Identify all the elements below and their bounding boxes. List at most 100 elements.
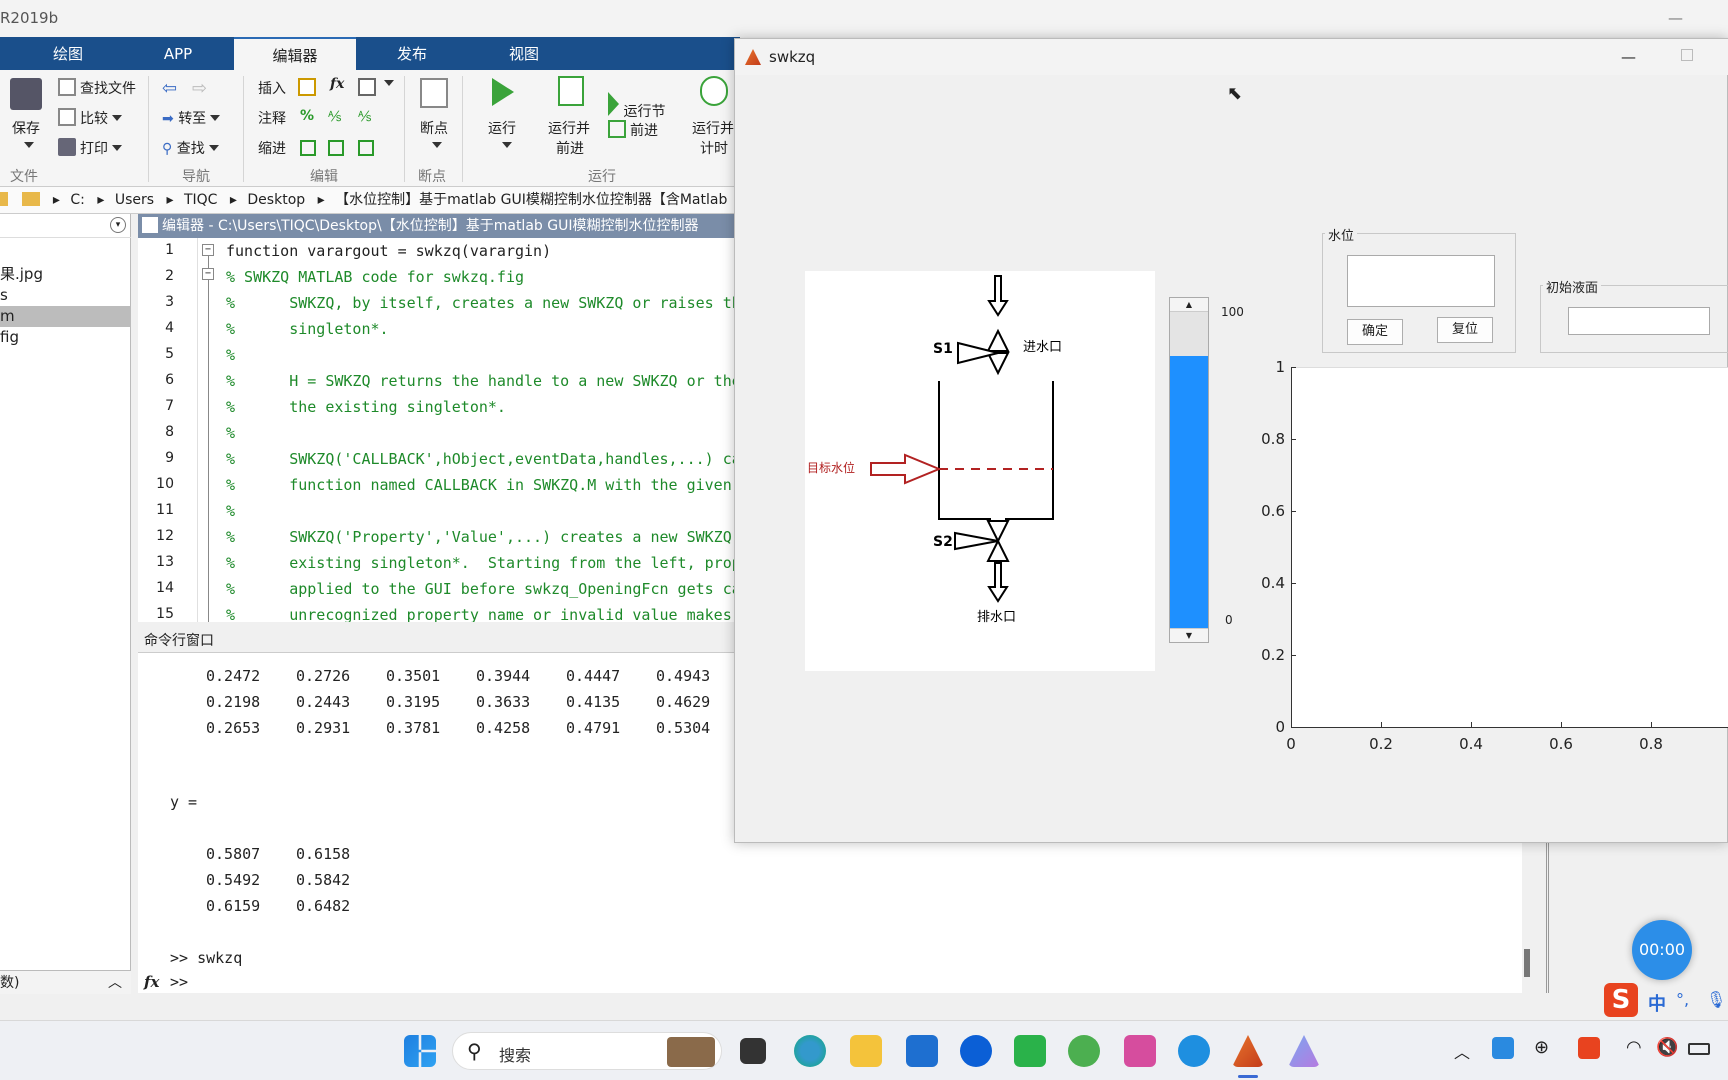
print-button[interactable]: 打印 xyxy=(58,138,122,158)
chevron-down-icon[interactable] xyxy=(24,142,34,148)
breadcrumb-project[interactable]: 【水位控制】基于matlab GUI模糊控制水位控制器【含Matlab xyxy=(335,192,727,208)
fold-toggle-icon[interactable]: − xyxy=(202,268,214,280)
taskbar-search[interactable]: ⚲ 搜索 xyxy=(452,1032,722,1070)
tray-app-icon[interactable] xyxy=(1492,1037,1514,1059)
plot-axes[interactable] xyxy=(1291,367,1728,727)
increase-indent-icon[interactable] xyxy=(358,140,374,156)
wechat-icon[interactable] xyxy=(1014,1035,1046,1067)
run-advance-label-1[interactable]: 运行并 xyxy=(548,118,590,138)
insert-section-icon[interactable] xyxy=(298,78,316,96)
reset-button[interactable]: 复位 xyxy=(1437,317,1493,343)
water-level-field[interactable] xyxy=(1347,255,1495,307)
browser-e-icon[interactable] xyxy=(1068,1035,1100,1067)
minimize-button[interactable]: — xyxy=(1668,0,1683,37)
windows-start-icon[interactable] xyxy=(404,1035,436,1067)
breadcrumb-drive[interactable]: C: xyxy=(70,192,85,208)
tray-sogou-icon[interactable] xyxy=(1578,1037,1600,1059)
run-time-label-1[interactable]: 运行并 xyxy=(692,118,734,138)
tab-view[interactable]: 视图 xyxy=(476,37,572,70)
maximize-button[interactable] xyxy=(1681,49,1693,61)
back-arrow-icon[interactable]: ⇦ xyxy=(162,78,177,99)
file-item-jpg[interactable]: 果.jpg xyxy=(0,264,131,285)
task-view-icon[interactable] xyxy=(740,1038,766,1064)
panel-actions-icon[interactable]: ▾ xyxy=(110,217,126,233)
section-navigate: 导航 xyxy=(182,169,210,185)
initial-level-field[interactable] xyxy=(1568,307,1710,335)
mail-icon[interactable] xyxy=(906,1035,938,1067)
insert-function-icon[interactable] xyxy=(358,78,376,96)
minimize-button[interactable]: — xyxy=(1621,39,1636,75)
matrix-cell: 0.3195 xyxy=(386,693,441,711)
forward-arrow-icon[interactable]: ⇨ xyxy=(192,78,207,99)
file-item-fig[interactable]: fig xyxy=(0,327,131,348)
scrollbar-thumb[interactable] xyxy=(1524,949,1530,977)
command-prompt[interactable]: >> xyxy=(170,973,188,991)
current-folder-bar[interactable]: ▸ C: ▸ Users ▸ TIQC ▸ Desktop ▸ 【水位控制】基于… xyxy=(0,187,740,214)
fold-toggle-icon[interactable]: − xyxy=(202,244,214,256)
run-advance-icon[interactable] xyxy=(558,76,584,106)
run-time-icon[interactable] xyxy=(700,76,728,106)
breadcrumb-users[interactable]: Users xyxy=(115,192,154,208)
indent-button[interactable]: 缩进 xyxy=(258,138,286,158)
app-taskbar-icon[interactable] xyxy=(1288,1035,1320,1067)
wrap-comment-icon[interactable]: ⅍ xyxy=(358,108,371,125)
comment-icon[interactable]: % xyxy=(300,108,314,124)
chevron-up-icon[interactable]: ︿ xyxy=(1454,1039,1470,1063)
chevron-down-icon[interactable] xyxy=(384,80,394,86)
tab-editor[interactable]: 编辑器 xyxy=(234,37,356,70)
advance-button[interactable]: 前进 xyxy=(608,120,658,140)
wifi-icon[interactable]: ◠ xyxy=(1626,1037,1642,1058)
compare-button[interactable]: 比较 xyxy=(58,108,122,128)
volume-muted-icon[interactable]: 🔇 xyxy=(1656,1037,1678,1058)
save-button[interactable]: 保存 xyxy=(12,118,40,138)
y-tick-mark xyxy=(1291,655,1296,656)
lenovo-icon[interactable] xyxy=(960,1035,992,1067)
run-button[interactable]: 运行 xyxy=(488,118,516,138)
run-icon[interactable] xyxy=(492,78,514,110)
microphone-icon[interactable]: 🎙 xyxy=(1706,990,1726,1009)
goto-button[interactable]: ➡ 转至 xyxy=(162,108,221,128)
water-level-slider[interactable]: ▲ ▼ xyxy=(1169,297,1209,643)
chevron-down-icon[interactable] xyxy=(502,142,512,148)
slider-up-arrow-icon[interactable]: ▲ xyxy=(1170,298,1208,312)
save-icon[interactable] xyxy=(10,78,42,110)
file-item-s[interactable]: s xyxy=(0,285,131,306)
confirm-button[interactable]: 确定 xyxy=(1347,319,1403,345)
ime-mode[interactable]: 中 xyxy=(1648,990,1666,1016)
run-time-label-2[interactable]: 计时 xyxy=(700,138,728,158)
tab-plots[interactable]: 绘图 xyxy=(20,37,116,70)
tab-publish[interactable]: 发布 xyxy=(364,37,460,70)
run-section-icon xyxy=(608,92,619,116)
breadcrumb-tiqc[interactable]: TIQC xyxy=(184,192,217,208)
file-explorer-icon[interactable] xyxy=(850,1035,882,1067)
breakpoints-icon[interactable] xyxy=(420,78,448,108)
recording-timer[interactable]: 00:00 xyxy=(1632,920,1692,980)
smart-indent-icon[interactable] xyxy=(300,140,316,156)
run-section-button[interactable]: 运行节 xyxy=(608,92,665,121)
decrease-indent-icon[interactable] xyxy=(328,140,344,156)
breadcrumb-desktop[interactable]: Desktop xyxy=(247,192,305,208)
snipping-tool-icon[interactable] xyxy=(1124,1035,1156,1067)
matlab-taskbar-icon[interactable] xyxy=(1232,1035,1264,1067)
fx-icon[interactable]: fx xyxy=(330,76,344,92)
chevron-up-icon[interactable]: ︿ xyxy=(108,971,122,995)
edge-icon[interactable] xyxy=(794,1035,826,1067)
tray-ime-icon[interactable]: ⊕ xyxy=(1534,1037,1549,1058)
battery-icon[interactable] xyxy=(1688,1043,1710,1055)
punctuation-icon[interactable]: °, xyxy=(1676,990,1689,1009)
run-advance-label-2[interactable]: 前进 xyxy=(556,138,584,158)
code-editor[interactable]: 1 2 3 4 5 6 7 8 9 10 11 12 13 14 15 − − function varar… xyxy=(138,238,740,622)
file-item-m-selected[interactable]: m xyxy=(0,306,131,327)
ie-icon[interactable] xyxy=(1178,1035,1210,1067)
insert-button[interactable]: 插入 xyxy=(258,78,286,98)
comment-button[interactable]: 注释 xyxy=(258,108,286,128)
find-button[interactable]: ⚲ 查找 xyxy=(162,138,219,158)
uncomment-icon[interactable]: ⅍ xyxy=(328,108,341,125)
chevron-down-icon[interactable] xyxy=(432,142,442,148)
tab-apps[interactable]: APP xyxy=(130,37,226,70)
fx-icon[interactable]: fx xyxy=(144,973,159,991)
sogou-ime-icon[interactable]: S xyxy=(1604,983,1638,1017)
find-files-button[interactable]: 查找文件 xyxy=(58,78,136,98)
slider-down-arrow-icon[interactable]: ▼ xyxy=(1170,628,1208,642)
breakpoints-button[interactable]: 断点 xyxy=(420,118,448,138)
